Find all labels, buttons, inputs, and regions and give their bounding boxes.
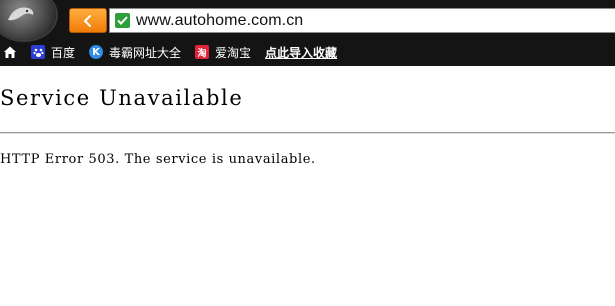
- bookmark-label: 百度: [51, 45, 76, 60]
- divider: [0, 132, 615, 134]
- cheetah-logo-icon[interactable]: [0, 0, 56, 40]
- taobao-icon: 淘: [195, 45, 210, 59]
- bookmark-baidu[interactable]: 百度: [31, 44, 75, 61]
- url-text[interactable]: www.autohome.com.cn: [136, 12, 303, 30]
- bookmark-taobao[interactable]: 淘 爱淘宝: [195, 44, 251, 61]
- bookmark-label: 爱淘宝: [215, 45, 252, 60]
- back-button[interactable]: [69, 8, 107, 33]
- duba-k-icon: K: [89, 45, 104, 59]
- bookmark-label: 点此导入收藏: [265, 45, 338, 60]
- error-message: HTTP Error 503. The service is unavailab…: [0, 152, 316, 167]
- import-favorites-link[interactable]: 点此导入收藏: [265, 44, 337, 61]
- browser-chrome: www.autohome.com.cn 百度 K 毒霸网址大全 淘 爱淘宝 点此…: [0, 0, 615, 66]
- page-content: Service Unavailable HTTP Error 503. The …: [0, 66, 615, 306]
- bookmark-label: 毒霸网址大全: [109, 45, 182, 60]
- address-bar[interactable]: www.autohome.com.cn: [109, 8, 615, 33]
- back-arrow-icon: [84, 14, 91, 27]
- baidu-paw-icon: [31, 45, 45, 59]
- home-icon[interactable]: [3, 45, 17, 59]
- checkmark-icon: [115, 13, 130, 28]
- bookmarks-bar: 百度 K 毒霸网址大全 淘 爱淘宝 点此导入收藏: [0, 40, 615, 64]
- bookmark-duba[interactable]: K 毒霸网址大全: [89, 44, 181, 61]
- error-title: Service Unavailable: [0, 86, 244, 110]
